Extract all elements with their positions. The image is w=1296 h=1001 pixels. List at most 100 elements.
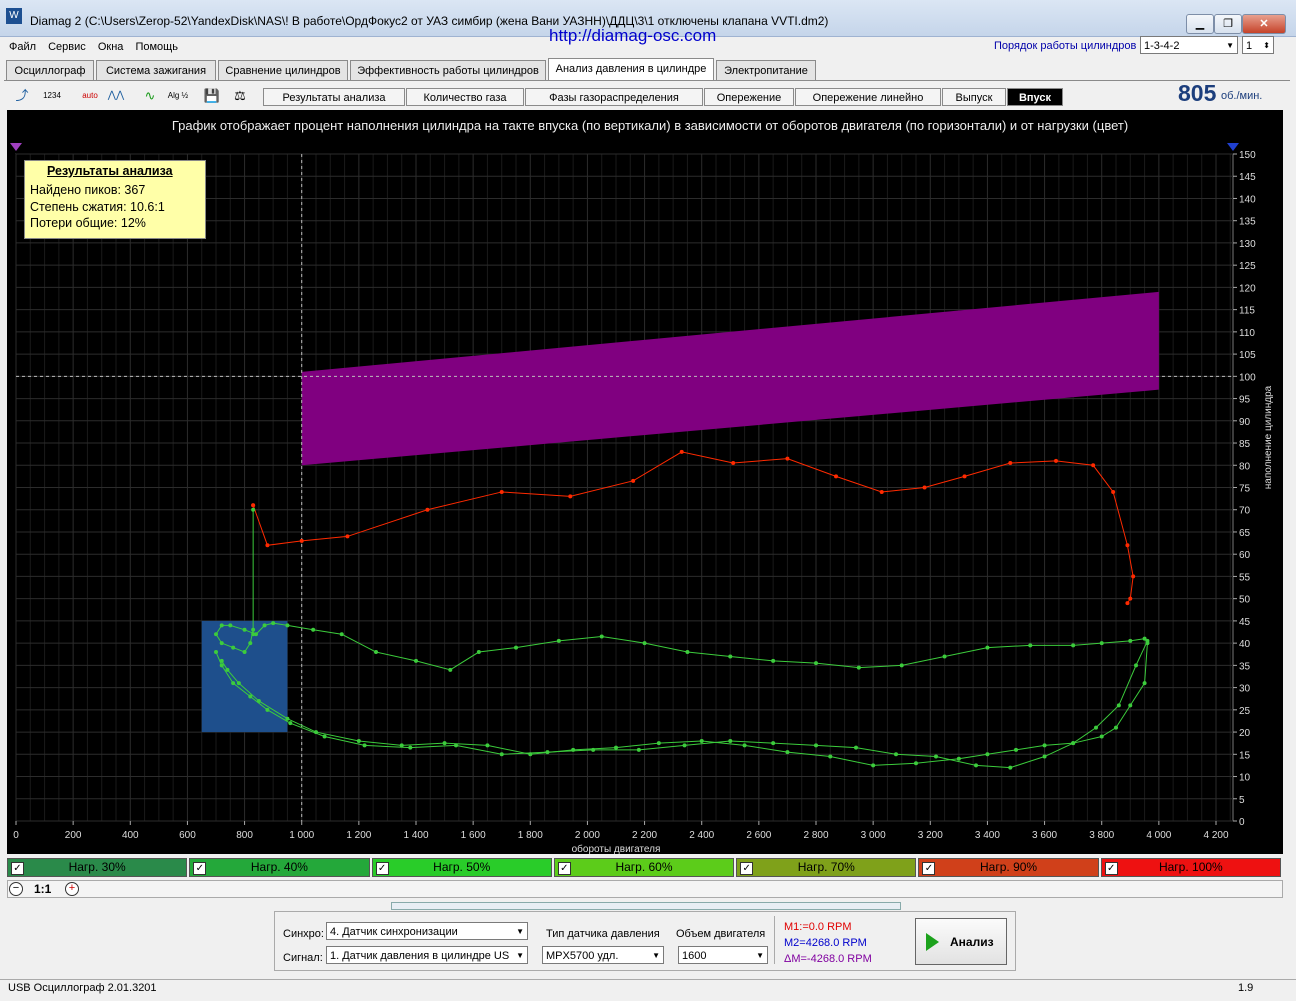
legend-load-2[interactable]: ✓ Нагр. 50% — [371, 858, 552, 877]
subtab-gas-amount[interactable]: Количество газа — [406, 88, 524, 106]
site-url-link[interactable]: http://diamag-osc.com — [549, 26, 716, 46]
auto-icon[interactable]: auto — [78, 84, 102, 108]
cursor-icon[interactable]: ⤴ — [10, 84, 34, 108]
data-point — [228, 623, 233, 628]
legend-checkbox[interactable]: ✓ — [11, 862, 24, 875]
data-point — [214, 632, 218, 637]
y-tick-label: 100 — [1239, 372, 1256, 383]
subtab-advance[interactable]: Опережение — [704, 88, 794, 106]
panel-splitter[interactable] — [391, 902, 901, 910]
legend-checkbox[interactable]: ✓ — [375, 862, 389, 875]
data-point — [699, 738, 704, 743]
chevron-down-icon: ▼ — [1226, 41, 1234, 50]
sensor-type-select[interactable]: MPX5700 удл. ▼ — [542, 946, 664, 964]
panel-divider — [774, 916, 775, 964]
data-point — [271, 621, 276, 626]
legend-load-3[interactable]: ✓ Нагр. 60% — [553, 858, 735, 877]
menu-file[interactable]: Файл — [9, 38, 36, 56]
zoom-in-icon[interactable]: + — [65, 882, 79, 896]
data-point — [339, 632, 344, 637]
tab-ignition[interactable]: Система зажигания — [96, 60, 216, 80]
data-point — [1091, 463, 1096, 468]
legend-checkbox[interactable]: ✓ — [740, 862, 754, 875]
minimize-button[interactable]: ▁ — [1186, 14, 1214, 34]
data-point — [231, 681, 236, 686]
tab-oscillograph[interactable]: Осциллограф — [6, 60, 94, 80]
engine-volume-select[interactable]: 1600 ▼ — [678, 946, 768, 964]
play-icon — [926, 933, 939, 951]
data-point — [345, 534, 350, 539]
sync-select[interactable]: 4. Датчик синхронизации ▼ — [326, 922, 528, 940]
y-tick-label: 20 — [1239, 728, 1251, 739]
subtab-exhaust[interactable]: Выпуск — [942, 88, 1006, 106]
cylinder-order-label: Порядок работы цилиндров — [994, 40, 1137, 52]
chevron-down-icon: ▼ — [514, 947, 524, 963]
legend-checkbox[interactable]: ✓ — [922, 862, 936, 875]
legend-checkbox[interactable]: ✓ — [1104, 862, 1118, 875]
data-point — [985, 645, 990, 650]
menu-help[interactable]: Помощь — [135, 38, 178, 56]
data-point — [1142, 681, 1147, 686]
data-point — [871, 763, 876, 768]
zoom-out-icon[interactable]: − — [9, 882, 23, 896]
menu-windows[interactable]: Окна — [98, 38, 124, 56]
y-tick-label: 85 — [1239, 439, 1251, 450]
tab-cylinder-efficiency[interactable]: Эффективность работы цилиндров — [350, 60, 546, 80]
data-point — [899, 663, 904, 668]
data-point — [285, 623, 290, 628]
legend-load-6[interactable]: ✓ Нагр. 100% — [1100, 858, 1281, 877]
menu-service[interactable]: Сервис — [48, 38, 86, 56]
menu-bar: Файл Сервис Окна Помощь — [0, 38, 178, 56]
y-tick-label: 75 — [1239, 484, 1251, 495]
y-tick-label: 10 — [1239, 773, 1251, 784]
subtab-analysis-results[interactable]: Результаты анализа — [263, 88, 405, 106]
data-point — [974, 763, 978, 768]
legend-checkbox[interactable]: ✓ — [193, 862, 207, 875]
x-tick-label: 1 000 — [289, 830, 314, 841]
legend-load-5[interactable]: ✓ Нагр. 90% — [918, 858, 1099, 877]
data-point — [219, 641, 224, 646]
data-point — [942, 654, 947, 659]
scale-icon[interactable]: ⚖ — [228, 84, 252, 108]
data-point — [962, 474, 967, 479]
alg-half-icon[interactable]: Alg ½ — [166, 84, 190, 108]
save-icon[interactable]: 💾 — [200, 84, 224, 108]
close-button[interactable]: ✕ — [1242, 14, 1286, 34]
subtab-intake[interactable]: Впуск — [1007, 88, 1063, 106]
data-point — [742, 743, 747, 748]
y-tick-label: 90 — [1239, 417, 1251, 428]
data-point — [682, 743, 687, 748]
data-point — [251, 632, 256, 637]
data-point — [251, 507, 256, 512]
tab-power-supply[interactable]: Электропитание — [716, 60, 816, 80]
tab-cylinder-compare[interactable]: Сравнение цилиндров — [218, 60, 348, 80]
data-point — [685, 650, 690, 655]
legend-label: Нагр. 30% — [68, 860, 126, 874]
data-point — [231, 645, 236, 650]
cylinder-order-select[interactable]: 1-3-4-2 ▼ — [1140, 36, 1238, 54]
x-axis-label: обороты двигателя — [572, 843, 661, 854]
data-point — [1099, 734, 1104, 739]
data-point — [219, 663, 224, 668]
legend-load-0[interactable]: ✓ Нагр. 30% — [7, 858, 188, 877]
cylinder-spin-input[interactable]: 1 ⬍ — [1242, 36, 1274, 54]
data-point — [248, 694, 253, 699]
data-point — [265, 543, 270, 548]
subtab-advance-linear[interactable]: Опережение линейно — [795, 88, 941, 106]
tab-pressure-analysis[interactable]: Анализ давления в цилиндре — [548, 58, 714, 81]
signal-select[interactable]: 1. Датчик давления в цилиндре US ▼ — [326, 946, 528, 964]
horizontal-scrollbar[interactable] — [7, 880, 1283, 898]
x-tick-label: 3 600 — [1032, 830, 1057, 841]
data-point — [242, 650, 247, 655]
graph-icon[interactable]: ∿ — [138, 84, 162, 108]
subtab-valve-timing[interactable]: Фазы газораспределения — [525, 88, 703, 106]
right-marker-icon — [1227, 143, 1239, 151]
maximize-button[interactable]: ❐ — [1214, 14, 1242, 34]
legend-checkbox[interactable]: ✓ — [557, 862, 571, 875]
waveform-icon[interactable]: ⋀⋀ — [104, 84, 128, 108]
legend-load-1[interactable]: ✓ Нагр. 40% — [189, 858, 370, 877]
spin-arrows-icon: ⬍ — [1263, 41, 1270, 50]
counter-icon[interactable]: 1234 — [40, 84, 64, 108]
analyze-button[interactable]: Анализ — [915, 918, 1007, 965]
legend-load-4[interactable]: ✓ Нагр. 70% — [736, 858, 917, 877]
